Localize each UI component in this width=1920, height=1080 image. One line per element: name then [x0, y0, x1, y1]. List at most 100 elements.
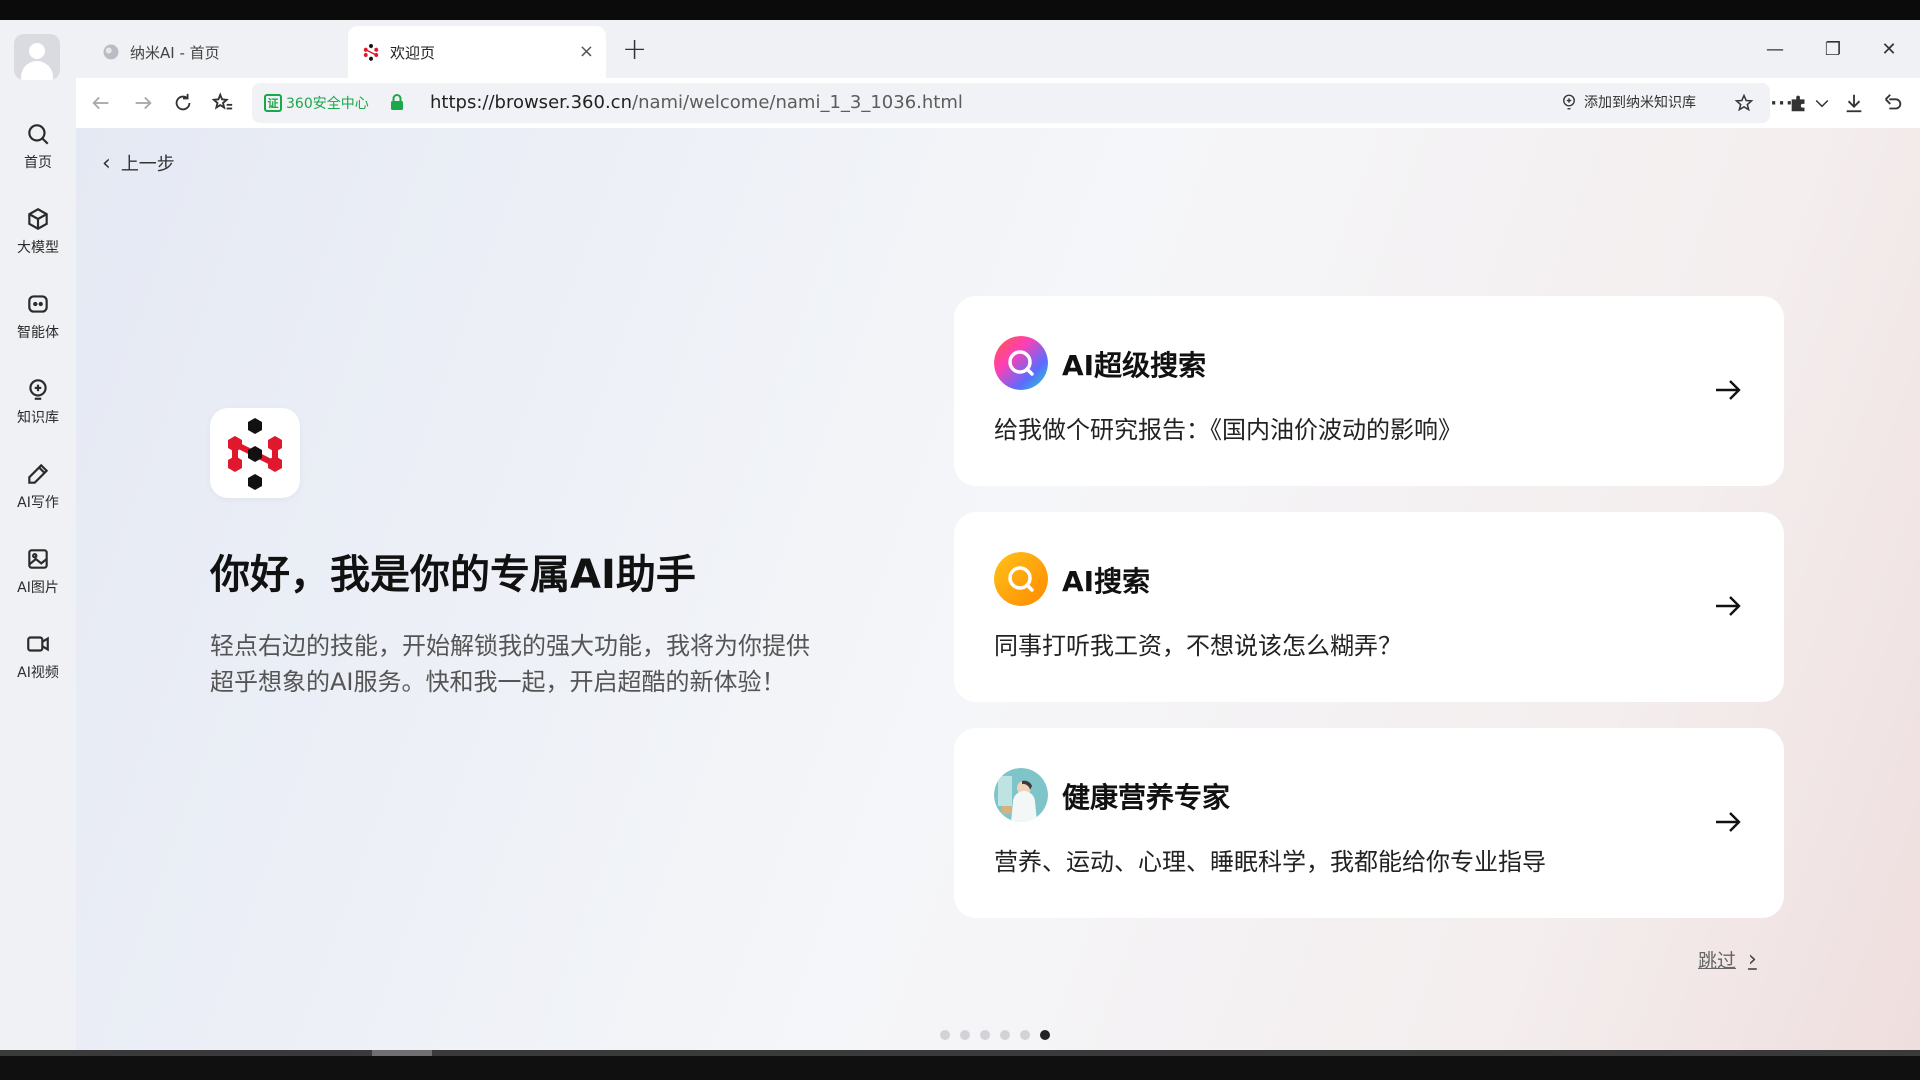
forward-button[interactable]: [128, 88, 158, 118]
ai-search-icon: [994, 552, 1048, 606]
pager-dot[interactable]: [1040, 1030, 1050, 1040]
card-title: 健康营养专家: [1062, 781, 1231, 814]
url-path: /nami/welcome/nami_1_3_1036.html: [632, 92, 963, 113]
card-subtitle: 给我做个研究报告：《国内油价波动的影响》: [994, 416, 1462, 444]
skill-card-ai-super-search[interactable]: AI超级搜索 给我做个研究报告：《国内油价波动的影响》: [954, 296, 1784, 486]
hero-title: 你好，我是你的专属AI助手: [210, 552, 696, 598]
rail-item-label: AI图片: [17, 579, 59, 596]
rail-item-label: 首页: [24, 154, 52, 171]
reload-icon: [175, 93, 191, 111]
browser-window: 首页 大模型 智能体 知识库 AI写作 AI图片 AI视频 纳米AI - 首页 …: [0, 20, 1920, 1050]
rail-item-label: AI写作: [17, 494, 59, 511]
add-to-knowledge-label: 添加到纳米知识库: [1584, 95, 1696, 111]
screen: 首页 大模型 智能体 知识库 AI写作 AI图片 AI视频 纳米AI - 首页 …: [0, 0, 1920, 1080]
puzzle-icon: [1791, 95, 1805, 112]
security-badge[interactable]: 证 360安全中心: [264, 93, 369, 113]
chevron-down-icon: [1815, 99, 1829, 108]
undo-icon: [1885, 94, 1902, 110]
rail-item-knowledge[interactable]: 知识库: [0, 363, 76, 439]
new-tab-button[interactable]: +: [622, 32, 647, 67]
video-icon: [27, 635, 49, 652]
rail-item-writing[interactable]: AI写作: [0, 448, 76, 524]
horizontal-scrollbar[interactable]: [0, 1050, 1920, 1056]
image-icon: [28, 548, 48, 569]
pager-dot[interactable]: [960, 1030, 970, 1040]
bulb-plus-icon: [1563, 94, 1575, 110]
pager-dot[interactable]: [1000, 1030, 1010, 1040]
nami-logo-icon: [363, 43, 379, 61]
taskbar: [0, 1050, 1920, 1080]
extensions-button[interactable]: [1784, 88, 1814, 118]
pager-dot[interactable]: [980, 1030, 990, 1040]
agent-icon: [28, 294, 48, 313]
nami-logo: [210, 408, 300, 498]
rail-item-agents[interactable]: 智能体: [0, 278, 76, 354]
arrow-right-icon: [135, 96, 152, 110]
avatar[interactable]: [14, 34, 60, 80]
card-title: AI搜索: [1062, 565, 1151, 598]
search-icon: [28, 123, 49, 145]
url-text[interactable]: https://browser.360.cn/nami/welcome/nami…: [430, 92, 963, 113]
bulb-icon: [29, 378, 47, 400]
rail-item-home[interactable]: 首页: [0, 108, 76, 184]
arrow-right-icon: [1712, 590, 1744, 622]
chevron-right-icon: ›: [1748, 947, 1757, 972]
minimize-button[interactable]: —: [1760, 34, 1790, 64]
address-bar[interactable]: 证 360安全中心 https://browser.360.cn/nami/we…: [252, 83, 1829, 123]
nutrition-expert-avatar: [994, 768, 1048, 822]
rail-item-label: 知识库: [17, 409, 59, 426]
hero-description: 轻点右边的技能，开始解锁我的强大功能，我将为你提供超乎想象的AI服务。快和我一起…: [210, 632, 810, 696]
card-subtitle: 同事打听我工资，不想说该怎么糊弄？: [994, 632, 1402, 660]
download-button[interactable]: [1839, 88, 1869, 118]
security-label: 360安全中心: [286, 96, 369, 112]
ai-super-search-icon: [994, 336, 1048, 390]
skill-card-health-nutrition[interactable]: 健康营养专家 营养、运动、心理、睡眠科学，我都能给你专业指导: [954, 728, 1784, 918]
undo-close-button[interactable]: [1878, 88, 1908, 118]
app-rail: 首页 大模型 智能体 知识库 AI写作 AI图片 AI视频: [0, 20, 76, 1050]
skip-label: 跳过: [1698, 950, 1737, 972]
pager-dots: [940, 1030, 1050, 1040]
restore-button[interactable]: ❐: [1818, 34, 1848, 64]
tab-label: 欢迎页: [390, 43, 436, 62]
previous-step-label: 上一步: [120, 154, 175, 175]
rail-item-video[interactable]: AI视频: [0, 618, 76, 694]
rail-item-label: AI视频: [17, 664, 59, 681]
pen-icon: [28, 463, 49, 484]
welcome-page: ‹ 上一步 你好，我是你的专属AI助手 轻点右边的技能，开始解锁我的强大功能，我…: [76, 128, 1920, 1050]
pager-dot[interactable]: [1020, 1030, 1030, 1040]
tab-welcome[interactable]: 欢迎页 ×: [348, 26, 606, 78]
tab-strip: 纳米AI - 首页 欢迎页 × + — ❐ ✕: [76, 20, 1920, 78]
star-icon: [1734, 93, 1754, 112]
navigation-bar: 证 360安全中心 https://browser.360.cn/nami/we…: [76, 78, 1920, 128]
card-title: AI超级搜索: [1062, 349, 1207, 382]
url-host: https://browser.360.cn: [430, 92, 632, 113]
back-button[interactable]: [86, 88, 116, 118]
chevron-left-icon: ‹: [102, 150, 111, 176]
globe-icon: [103, 44, 119, 60]
close-window-button[interactable]: ✕: [1874, 34, 1904, 64]
cube-icon: [28, 207, 48, 230]
star-list-icon: [212, 92, 233, 110]
previous-step-link[interactable]: ‹ 上一步: [102, 150, 175, 176]
add-to-knowledge-button[interactable]: 添加到纳米知识库: [1560, 92, 1696, 112]
tab-nami-home[interactable]: 纳米AI - 首页: [88, 26, 340, 78]
nami-logo-icon: [228, 418, 282, 490]
arrow-right-icon: [1712, 374, 1744, 406]
shield-icon: 证: [264, 94, 282, 112]
close-icon[interactable]: ×: [579, 41, 594, 62]
favorites-button[interactable]: [208, 88, 238, 118]
reload-button[interactable]: [168, 88, 198, 118]
scrollbar-thumb[interactable]: [372, 1050, 432, 1056]
rail-item-models[interactable]: 大模型: [0, 193, 76, 269]
lock-icon: [391, 94, 403, 110]
arrow-left-icon: [92, 96, 109, 110]
top-black-bar: [0, 0, 1920, 20]
download-icon: [1846, 94, 1862, 113]
skip-link[interactable]: 跳过 ›: [1698, 946, 1757, 973]
pager-dot[interactable]: [940, 1030, 950, 1040]
rail-item-image[interactable]: AI图片: [0, 533, 76, 609]
tab-label: 纳米AI - 首页: [130, 43, 220, 62]
card-subtitle: 营养、运动、心理、睡眠科学，我都能给你专业指导: [994, 848, 1546, 876]
bookmark-star-button[interactable]: [1732, 91, 1756, 115]
skill-card-ai-search[interactable]: AI搜索 同事打听我工资，不想说该怎么糊弄？: [954, 512, 1784, 702]
